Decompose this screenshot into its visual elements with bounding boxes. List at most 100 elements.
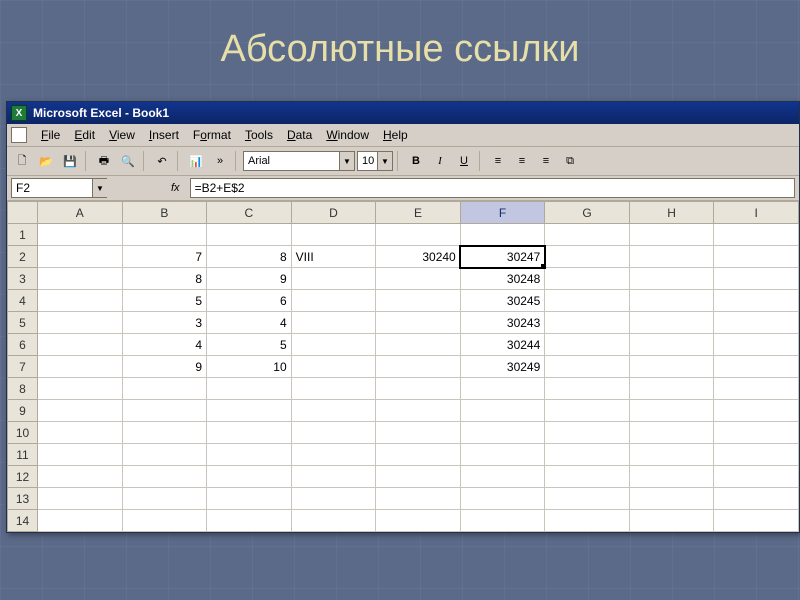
row-header-3[interactable]: 3 — [8, 268, 38, 290]
cell-D8[interactable] — [291, 378, 376, 400]
cell-F5[interactable]: 30243 — [460, 312, 545, 334]
cell-C4[interactable]: 6 — [207, 290, 292, 312]
cell-A6[interactable] — [38, 334, 123, 356]
cell-F10[interactable] — [460, 422, 545, 444]
cell-A3[interactable] — [38, 268, 123, 290]
cell-E2[interactable]: 30240 — [376, 246, 461, 268]
cell-E4[interactable] — [376, 290, 461, 312]
cell-A9[interactable] — [38, 400, 123, 422]
cell-E6[interactable] — [376, 334, 461, 356]
row-header-11[interactable]: 11 — [8, 444, 38, 466]
cell-F8[interactable] — [460, 378, 545, 400]
menu-data[interactable]: Data — [281, 126, 318, 144]
cell-I4[interactable] — [714, 290, 799, 312]
cell-G5[interactable] — [545, 312, 630, 334]
open-icon[interactable]: 📂 — [35, 150, 57, 172]
cell-B10[interactable] — [122, 422, 207, 444]
cell-H6[interactable] — [629, 334, 714, 356]
toolbar-expand-icon[interactable]: » — [209, 150, 231, 172]
cell-C9[interactable] — [207, 400, 292, 422]
col-header-D[interactable]: D — [291, 202, 376, 224]
menu-view[interactable]: View — [103, 126, 141, 144]
cell-E3[interactable] — [376, 268, 461, 290]
cell-F7[interactable]: 30249 — [460, 356, 545, 378]
spreadsheet-grid[interactable]: ABCDEFGHI1278VIII30240302473893024845630… — [7, 201, 799, 532]
menu-help[interactable]: Help — [377, 126, 414, 144]
cell-B9[interactable] — [122, 400, 207, 422]
cell-F6[interactable]: 30244 — [460, 334, 545, 356]
cell-I9[interactable] — [714, 400, 799, 422]
cell-D14[interactable] — [291, 510, 376, 532]
align-left-icon[interactable]: ≡ — [487, 150, 509, 172]
chevron-down-icon[interactable]: ▼ — [92, 179, 107, 197]
cell-D3[interactable] — [291, 268, 376, 290]
cell-I12[interactable] — [714, 466, 799, 488]
col-header-G[interactable]: G — [545, 202, 630, 224]
col-header-F[interactable]: F — [460, 202, 545, 224]
cell-F9[interactable] — [460, 400, 545, 422]
cell-G2[interactable] — [545, 246, 630, 268]
cell-A4[interactable] — [38, 290, 123, 312]
cell-F4[interactable]: 30245 — [460, 290, 545, 312]
menu-file[interactable]: File — [35, 126, 66, 144]
cell-H11[interactable] — [629, 444, 714, 466]
cell-D11[interactable] — [291, 444, 376, 466]
menu-tools[interactable]: Tools — [239, 126, 279, 144]
underline-button[interactable]: U — [453, 150, 475, 172]
italic-button[interactable]: I — [429, 150, 451, 172]
cell-G3[interactable] — [545, 268, 630, 290]
cell-D1[interactable] — [291, 224, 376, 246]
cell-H12[interactable] — [629, 466, 714, 488]
cell-H5[interactable] — [629, 312, 714, 334]
font-name-select[interactable]: Arial ▼ — [243, 151, 355, 171]
menu-edit[interactable]: Edit — [68, 126, 101, 144]
cell-I10[interactable] — [714, 422, 799, 444]
cell-G10[interactable] — [545, 422, 630, 444]
cell-B7[interactable]: 9 — [122, 356, 207, 378]
cell-I5[interactable] — [714, 312, 799, 334]
cell-A11[interactable] — [38, 444, 123, 466]
cell-H13[interactable] — [629, 488, 714, 510]
cell-D7[interactable] — [291, 356, 376, 378]
cell-H14[interactable] — [629, 510, 714, 532]
cell-H10[interactable] — [629, 422, 714, 444]
align-center-icon[interactable]: ≡ — [511, 150, 533, 172]
cell-C1[interactable] — [207, 224, 292, 246]
menu-format[interactable]: Format — [187, 126, 237, 144]
cell-I8[interactable] — [714, 378, 799, 400]
menu-window[interactable]: Window — [320, 126, 375, 144]
cell-E7[interactable] — [376, 356, 461, 378]
cell-E5[interactable] — [376, 312, 461, 334]
cell-E13[interactable] — [376, 488, 461, 510]
cell-D2[interactable]: VIII — [291, 246, 376, 268]
cell-G6[interactable] — [545, 334, 630, 356]
cell-I11[interactable] — [714, 444, 799, 466]
cell-H2[interactable] — [629, 246, 714, 268]
cell-B12[interactable] — [122, 466, 207, 488]
menu-insert[interactable]: Insert — [143, 126, 185, 144]
row-header-5[interactable]: 5 — [8, 312, 38, 334]
cell-H4[interactable] — [629, 290, 714, 312]
cell-C13[interactable] — [207, 488, 292, 510]
row-header-4[interactable]: 4 — [8, 290, 38, 312]
cell-F2[interactable]: 30247 — [460, 246, 545, 268]
name-box[interactable]: F2 ▼ — [11, 178, 107, 198]
undo-icon[interactable]: ↶ — [151, 150, 173, 172]
cell-G1[interactable] — [545, 224, 630, 246]
cell-I6[interactable] — [714, 334, 799, 356]
cell-H3[interactable] — [629, 268, 714, 290]
cell-B2[interactable]: 7 — [122, 246, 207, 268]
chevron-down-icon[interactable]: ▼ — [377, 152, 392, 170]
save-icon[interactable]: 💾 — [59, 150, 81, 172]
col-header-A[interactable]: A — [38, 202, 123, 224]
cell-B14[interactable] — [122, 510, 207, 532]
cell-I2[interactable] — [714, 246, 799, 268]
cell-G14[interactable] — [545, 510, 630, 532]
cell-G13[interactable] — [545, 488, 630, 510]
cell-F12[interactable] — [460, 466, 545, 488]
cell-C10[interactable] — [207, 422, 292, 444]
cell-A7[interactable] — [38, 356, 123, 378]
cell-C5[interactable]: 4 — [207, 312, 292, 334]
cell-C12[interactable] — [207, 466, 292, 488]
cell-C3[interactable]: 9 — [207, 268, 292, 290]
